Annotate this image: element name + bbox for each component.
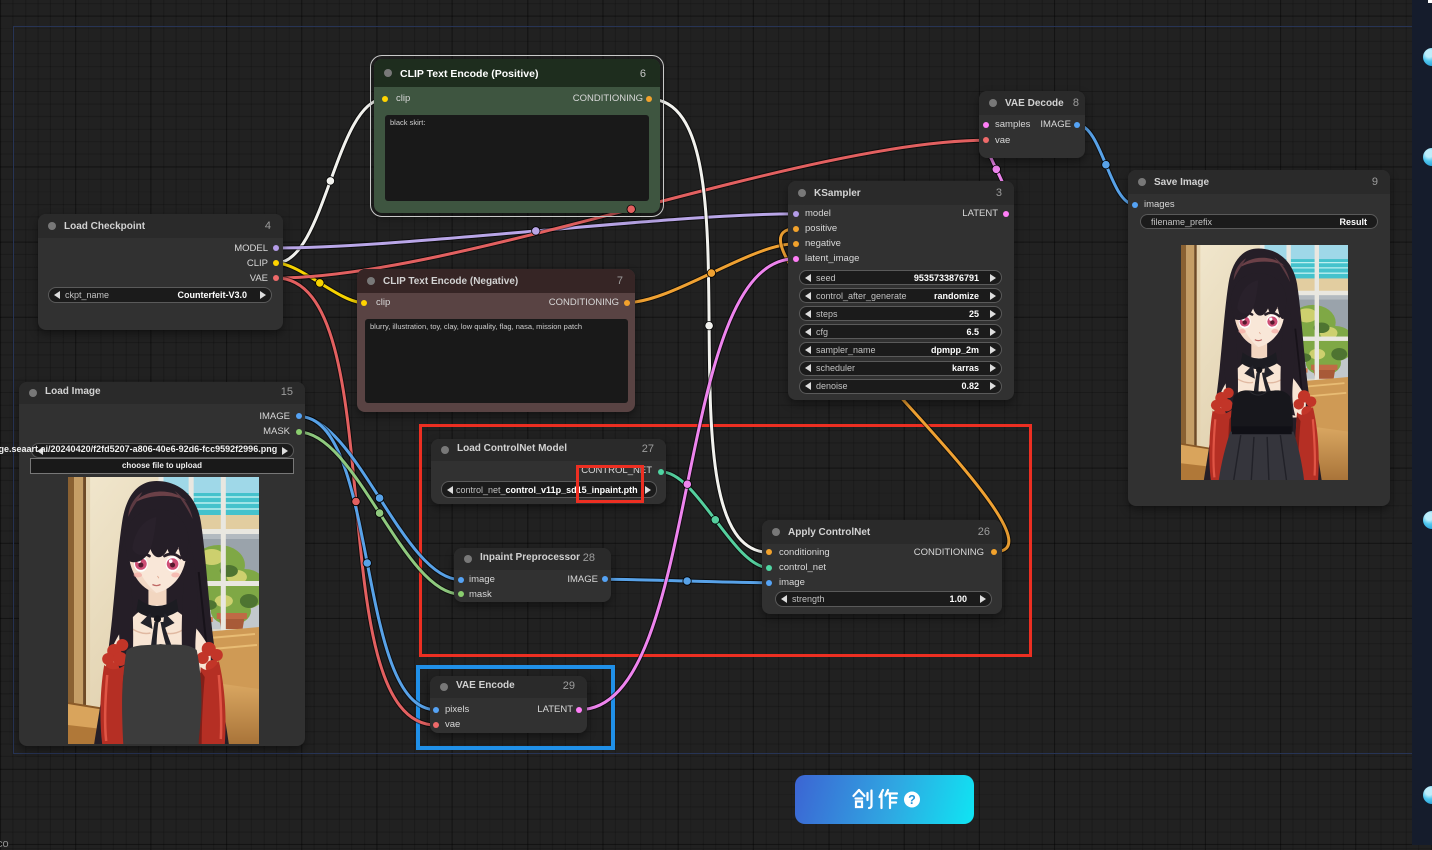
svg-text:?: ? (908, 793, 916, 807)
